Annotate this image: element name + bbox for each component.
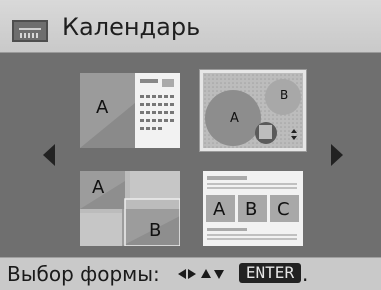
layout-1-label-a: A: [96, 97, 109, 118]
layout-2-label-a: A: [230, 111, 239, 126]
calendar-icon: [12, 20, 48, 42]
layout-thumbnail-4[interactable]: A B C: [203, 171, 303, 246]
enter-key-icon: ENTER: [239, 263, 301, 283]
footer-hint-bar: Выбор формы: ENTER .: [0, 257, 381, 290]
header-bar: Календарь: [0, 0, 381, 53]
arrow-right-icon[interactable]: [331, 144, 343, 166]
arrow-left-icon[interactable]: [43, 144, 55, 166]
layout-thumbnail-2[interactable]: A B: [200, 70, 306, 151]
footer-prompt: Выбор формы:: [7, 262, 160, 286]
layout-3-label-b: B: [149, 220, 162, 241]
layout-4-label-b: B: [245, 199, 258, 220]
layout-thumbnail-1[interactable]: A: [80, 73, 180, 148]
layout-1-preview: [80, 73, 180, 148]
page-title: Календарь: [62, 13, 201, 41]
layout-thumbnail-3[interactable]: A B: [80, 171, 180, 246]
layout-4-label-a: A: [213, 199, 226, 220]
footer-end-mark: .: [302, 262, 309, 286]
layout-2-label-b: B: [280, 88, 289, 102]
layout-4-label-c: C: [277, 199, 290, 220]
layout-selection-area: A A B A B A B C: [0, 53, 381, 257]
layout-2-preview: [203, 73, 303, 148]
printer-screen: Календарь A A B A B A B C Выбор формы: E…: [0, 0, 381, 290]
layout-3-label-a: A: [92, 177, 105, 198]
